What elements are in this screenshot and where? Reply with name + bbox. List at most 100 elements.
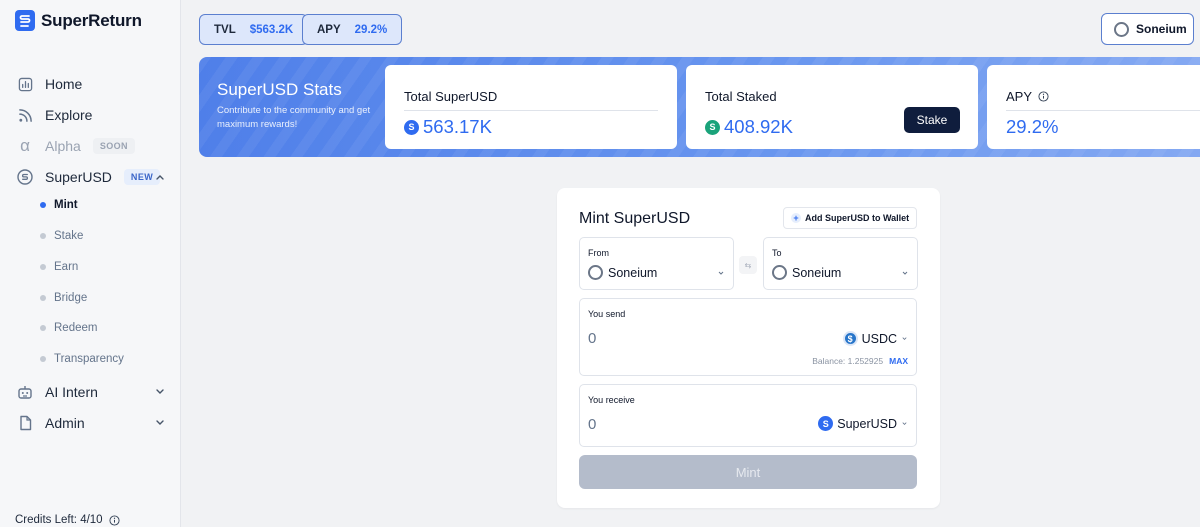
stat-value: S 563.17K [404,116,492,138]
sidebar-subitem-label: Redeem [54,322,98,334]
receive-panel: You receive 0 S SuperUSD [579,384,917,447]
active-dot [40,202,46,208]
dot [40,264,46,270]
balance-row: Balance: 1.252925 MAX [812,356,908,366]
receive-amount-field: 0 [588,416,597,433]
send-amount-input[interactable]: 0 [588,330,596,347]
sidebar-subitem-bridge[interactable]: Bridge [40,292,87,304]
from-network-value: Soneium [588,265,657,280]
network-name: Soneium [1136,22,1187,36]
sidebar-subitem-label: Stake [54,230,84,242]
sidebar-item-admin[interactable]: Admin [17,411,167,435]
soneium-icon [588,265,603,280]
sidebar-subitem-mint[interactable]: Mint [40,199,78,211]
sidebar-subitem-transparency[interactable]: Transparency [40,353,124,365]
dot [40,295,46,301]
mint-button[interactable]: Mint [579,455,917,489]
superusd-coin-icon: S [818,416,834,431]
sidebar-item-label: AI Intern [45,384,98,400]
apy-pill: APY 29.2% [302,14,403,45]
chevron-down-icon [902,422,907,425]
send-label: You send [588,309,626,319]
info-icon[interactable] [109,514,120,526]
soneium-icon [1114,21,1129,37]
from-network-select[interactable]: From Soneium [579,237,734,290]
receive-token-name: SuperUSD [837,416,897,431]
sidebar-subitem-label: Mint [54,199,78,211]
balance-text: Balance: 1.252925 [812,356,884,366]
receive-token-select[interactable]: S SuperUSD [818,416,908,431]
sidebar-subitem-label: Transparency [54,353,124,365]
stat-value-text: 408.92K [724,116,793,137]
credits-text: Credits Left: 4/10 [15,514,103,526]
network-selector-button[interactable]: Soneium [1101,13,1194,45]
sidebar-subitem-label: Earn [54,261,79,273]
stat-value: 29.2% [1006,116,1059,137]
sidebar-subitem-label: Bridge [54,292,88,304]
send-token-select[interactable]: $ USDC [842,331,908,346]
document-icon [17,415,33,431]
stat-card-total-superusd: Total SuperUSD S 563.17K [385,65,677,149]
sidebar-item-home[interactable]: Home [17,72,167,96]
stat-label: Total SuperUSD [404,89,498,104]
superusd-icon [17,169,33,185]
chevron-down-icon[interactable] [153,416,167,430]
banner-title: SuperUSD Stats [217,80,342,99]
stat-label: Total Staked [705,89,777,104]
add-to-wallet-button[interactable]: + Add SuperUSD to Wallet [783,207,918,229]
sidebar: SuperReturn Home Explore α Alpha SOON Su… [0,0,181,527]
sidebar-item-superusd[interactable]: SuperUSD NEW [17,165,167,189]
stat-label-text: APY [1006,89,1033,104]
send-token-name: USDC [861,331,897,346]
sidebar-item-explore[interactable]: Explore [17,103,167,127]
stake-button[interactable]: Stake [904,107,960,133]
mint-card: Mint SuperUSD + Add SuperUSD to Wallet F… [557,188,940,508]
to-network-name: Soneium [792,265,842,280]
chevron-down-icon [902,271,908,275]
stat-card-apy: APY 29.2% [987,65,1200,149]
dot [40,325,46,331]
soon-badge: SOON [92,138,135,154]
tvl-pill: TVL $563.2K [199,14,309,45]
to-network-value: Soneium [772,265,841,280]
alpha-icon: α [20,136,30,155]
sidebar-item-label: Explore [45,107,93,123]
sidebar-item-alpha[interactable]: α Alpha SOON [17,134,167,158]
stat-card-total-staked: Total Staked S 408.92K Stake [686,65,978,149]
sidebar-item-label: Alpha [45,138,81,154]
sidebar-subitem-stake[interactable]: Stake [40,230,83,242]
sidebar-subitem-earn[interactable]: Earn [40,261,78,273]
to-label: To [772,248,782,258]
tvl-label: TVL [214,23,236,36]
from-label: From [588,248,609,258]
chevron-down-icon[interactable] [153,385,167,399]
sidebar-subitem-redeem[interactable]: Redeem [40,322,97,334]
receive-label: You receive [588,395,635,405]
banner-subtitle: Contribute to the community and get maxi… [217,105,371,130]
max-button[interactable]: MAX [889,356,908,366]
add-to-wallet-label: Add SuperUSD to Wallet [805,213,910,223]
app-logo[interactable]: SuperReturn [15,10,142,31]
dot [40,233,46,239]
soneium-icon [772,265,787,280]
rss-icon [17,107,33,123]
chevron-up-icon[interactable] [153,170,167,184]
sidebar-item-label: Home [45,76,83,92]
send-panel: You send 0 $ USDC Balance: 1.252925 MAX [579,298,917,376]
swap-direction-icon[interactable]: ⇆ [739,256,757,274]
dot [40,356,46,362]
stat-value-text: 563.17K [423,116,492,137]
staked-superusd-coin-icon: S [705,119,720,135]
superreturn-logo-icon [15,10,35,31]
tvl-value: $563.2K [249,23,294,36]
chevron-down-icon [902,337,907,340]
mint-title: Mint SuperUSD [579,210,691,227]
credits-indicator: Credits Left: 4/10 [15,514,120,526]
sidebar-item-label: Admin [45,415,85,431]
divider [1006,110,1200,111]
to-network-select[interactable]: To Soneium [763,237,918,290]
sidebar-item-ai-intern[interactable]: AI Intern [17,380,167,404]
apy-label: APY [317,23,341,36]
apy-value: 29.2% [354,23,388,36]
info-icon[interactable] [1038,91,1049,102]
